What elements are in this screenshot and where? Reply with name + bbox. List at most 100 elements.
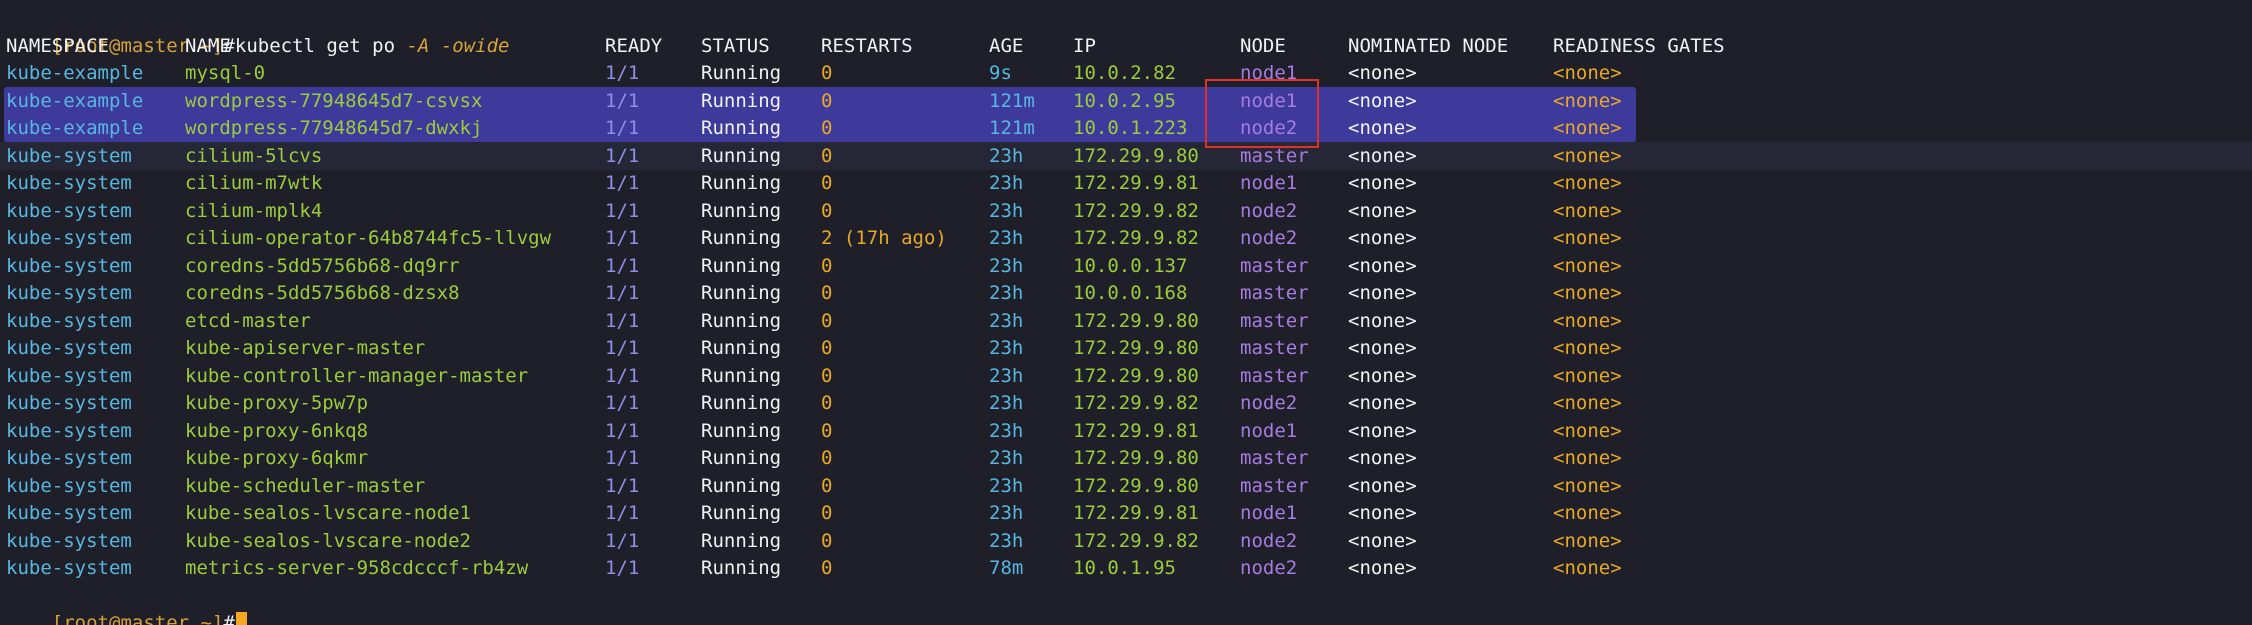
cell-namespace: kube-system [6,309,132,332]
cell-status: Running [701,144,782,167]
cell-ip: 172.29.9.81 [1073,172,1199,194]
cell-namespace: kube-system [6,282,132,304]
cell-node: master [1240,254,1309,277]
cell-ready: 1/1 [605,227,640,249]
cell-node: node1 [1240,419,1298,442]
cell-nominated: <none> [1348,227,1417,249]
cell-namespace: kube-example [6,117,144,139]
prompt-line[interactable]: [root@master ~]# [6,583,247,625]
annotation-box [1205,79,1319,148]
cell-gates: <none> [1553,502,1622,524]
cell-status: Running [701,474,782,497]
cell-restarts: 0 [821,364,833,387]
cell-gates: <none> [1553,419,1622,442]
cell-age: 23h [989,474,1024,497]
cell-restarts: 0 [821,502,833,524]
cell-ready: 1/1 [605,254,640,277]
cell-namespace: kube-system [6,557,132,579]
cell-gates: <none> [1553,557,1622,579]
cell-age: 23h [989,392,1024,414]
cell-ip: 172.29.9.80 [1073,474,1199,497]
cell-age: 23h [989,199,1024,222]
prompt-open: [ [51,612,64,625]
prompt-at: @ [108,612,121,625]
cell-status: Running [701,337,782,359]
cell-ready: 1/1 [605,474,640,497]
cell-nominated: <none> [1348,392,1417,414]
cell-age: 23h [989,337,1024,359]
cell-ready: 1/1 [605,529,640,552]
cell-ip: 172.29.9.80 [1073,447,1199,469]
cell-gates: <none> [1553,227,1622,249]
cell-ready: 1/1 [605,144,640,167]
cell-ip: 10.0.2.95 [1073,89,1176,112]
cell-name: kube-proxy-6qkmr [185,447,369,469]
cell-node: master [1240,474,1309,497]
terminal-window[interactable]: [root@master ~]#kubectl get po -A -owide… [0,0,2252,625]
cell-age: 121m [989,117,1035,139]
cell-namespace: kube-example [6,62,144,84]
cell-ready: 1/1 [605,419,640,442]
cell-node: master [1240,447,1309,469]
cell-node: node2 [1240,557,1298,579]
cell-gates: <none> [1553,89,1622,112]
prompt-path: ~ [189,612,212,625]
cell-nominated: <none> [1348,419,1417,442]
cell-age: 23h [989,529,1024,552]
cell-ready: 1/1 [605,282,640,304]
cell-gates: <none> [1553,62,1622,84]
cell-name: wordpress-77948645d7-dwxkj [185,117,483,139]
cell-nominated: <none> [1348,502,1417,524]
cell-namespace: kube-system [6,419,132,442]
cell-ip: 172.29.9.82 [1073,529,1199,552]
cell-restarts: 0 [821,89,833,112]
cell-nominated: <none> [1348,309,1417,332]
cell-name: kube-controller-manager-master [185,364,529,387]
cell-gates: <none> [1553,172,1622,194]
cell-gates: <none> [1553,254,1622,277]
cell-ip: 172.29.9.80 [1073,337,1199,359]
prompt-host: master [120,612,190,625]
cell-ready: 1/1 [605,309,640,332]
cell-namespace: kube-system [6,337,132,359]
cell-name: kube-scheduler-master [185,474,426,497]
cell-nominated: <none> [1348,474,1417,497]
cell-ip: 10.0.0.137 [1073,254,1188,277]
cell-age: 23h [989,447,1024,469]
cell-ready: 1/1 [605,502,640,524]
cell-gates: <none> [1553,144,1622,167]
cell-name: kube-proxy-6nkq8 [185,419,369,442]
cell-age: 23h [989,309,1024,332]
prompt-user: root [63,612,109,625]
column-header-restarts: RESTARTS [821,34,913,57]
cell-age: 23h [989,282,1024,304]
cell-namespace: kube-system [6,502,132,524]
cell-gates: <none> [1553,529,1622,552]
text-cursor [235,612,247,625]
cell-age: 23h [989,419,1024,442]
cell-status: Running [701,447,782,469]
column-header-age: AGE [989,34,1024,57]
cell-nominated: <none> [1348,144,1417,167]
cell-name: wordpress-77948645d7-csvsx [185,89,483,112]
cell-ip: 172.29.9.80 [1073,364,1199,387]
cell-gates: <none> [1553,364,1622,387]
cell-restarts: 0 [821,62,833,84]
cell-nominated: <none> [1348,337,1417,359]
cell-nominated: <none> [1348,557,1417,579]
cell-restarts: 0 [821,474,833,497]
cell-status: Running [701,227,782,249]
cell-gates: <none> [1553,199,1622,222]
cell-age: 23h [989,502,1024,524]
cell-age: 23h [989,227,1024,249]
cell-ip: 10.0.2.82 [1073,62,1176,84]
cell-node: master [1240,364,1309,387]
cell-ready: 1/1 [605,557,640,579]
cell-node: master [1240,309,1309,332]
cell-nominated: <none> [1348,199,1417,222]
cell-nominated: <none> [1348,62,1417,84]
cell-name: coredns-5dd5756b68-dzsx8 [185,282,460,304]
cell-status: Running [701,89,782,112]
command-flag-all-namespaces: -A [406,34,430,57]
cell-namespace: kube-system [6,529,132,552]
